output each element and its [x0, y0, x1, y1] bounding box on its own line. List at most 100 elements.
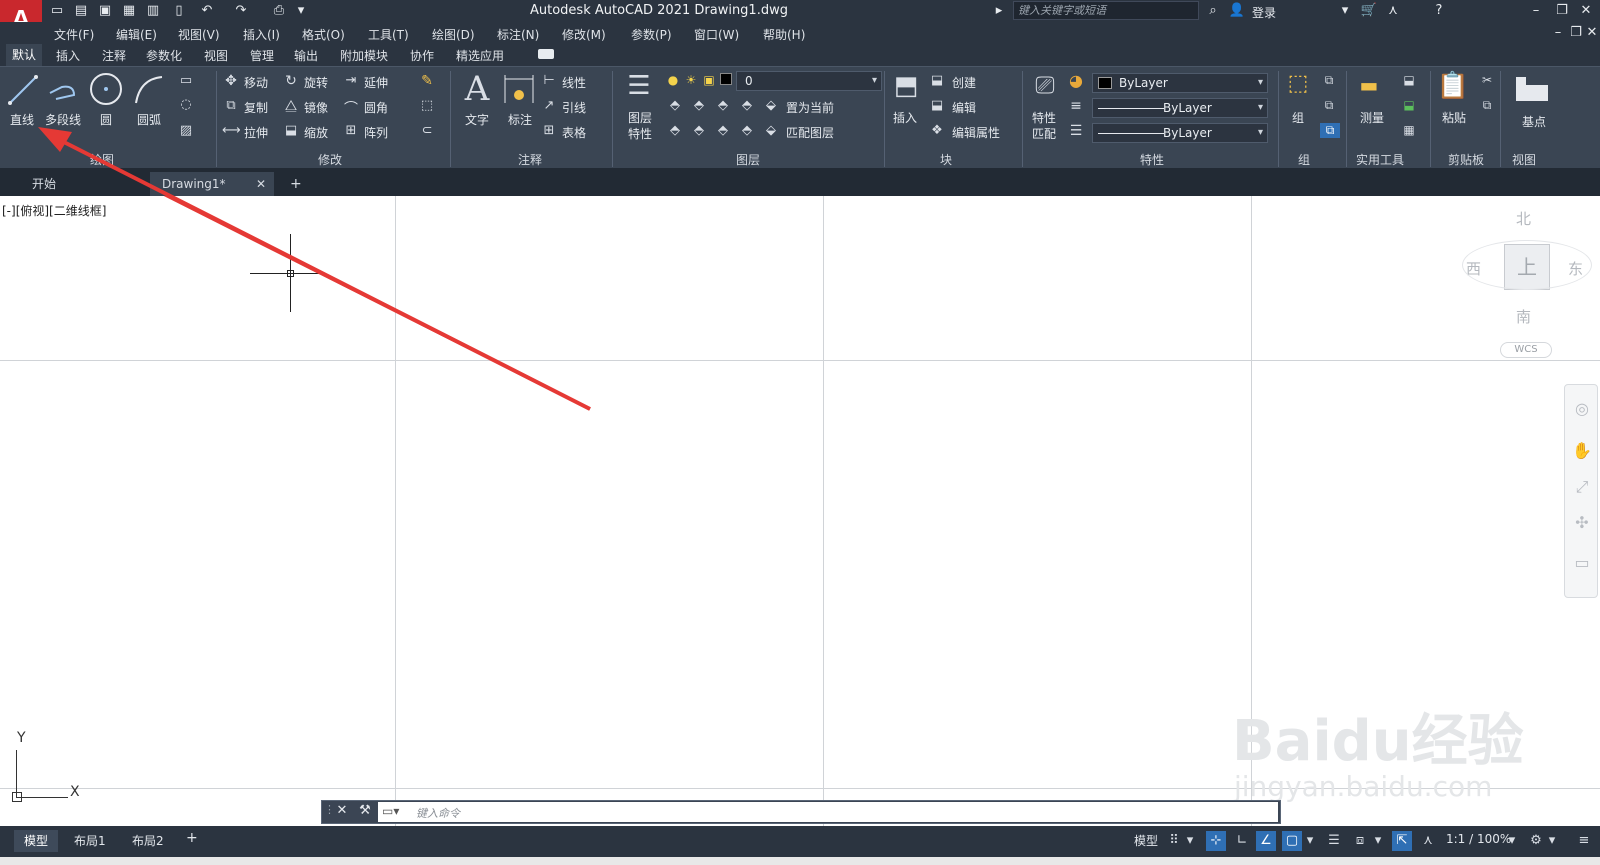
help-icon[interactable]: ?: [1430, 3, 1448, 19]
layer-tool-2-icon[interactable]: ⬘: [690, 98, 708, 113]
move-icon[interactable]: ✥: [222, 73, 240, 89]
object-snap-dropdown-icon[interactable]: ▾: [1372, 831, 1384, 851]
customize-dropdown-icon[interactable]: ▾: [292, 3, 310, 19]
doc-minimize-button[interactable]: –: [1548, 24, 1568, 42]
text-tool-icon[interactable]: A: [460, 69, 494, 109]
settings-dropdown-icon[interactable]: ▾: [1546, 831, 1558, 851]
layer-tool-3-icon[interactable]: ⬘: [714, 98, 732, 113]
menu-draw[interactable]: 绘图(D): [432, 26, 475, 43]
polar-icon[interactable]: ∠: [1256, 831, 1276, 851]
extend-icon[interactable]: ⇥: [342, 73, 360, 88]
layer-thaw-icon[interactable]: ☀: [684, 73, 698, 87]
layer-dropdown[interactable]: 0: [736, 71, 882, 91]
layer-tool-1-icon[interactable]: ⬘: [666, 98, 684, 113]
rotate-icon[interactable]: ↻: [282, 73, 300, 89]
doc-close-button[interactable]: ✕: [1584, 24, 1600, 42]
set-current-icon[interactable]: ⬙: [762, 98, 780, 113]
utilities-panel-title[interactable]: 实用工具: [1356, 151, 1404, 168]
layer-tool-5-icon[interactable]: ⬘: [666, 123, 684, 138]
new-file-icon[interactable]: ▭: [48, 3, 66, 19]
hatch-tool-icon[interactable]: ▨: [176, 123, 196, 141]
linear-icon[interactable]: ⊢: [540, 73, 558, 88]
polyline-tool-label[interactable]: 多段线: [45, 111, 81, 128]
save-icon[interactable]: ▣: [96, 3, 114, 19]
copy-clip-icon[interactable]: ⧉: [1478, 98, 1496, 113]
group-edit-icon[interactable]: ⧉: [1320, 98, 1338, 113]
match-properties-label-2[interactable]: 匹配: [1032, 125, 1056, 142]
layer-tool-6-icon[interactable]: ⬘: [690, 123, 708, 138]
table-tool[interactable]: 表格: [562, 124, 586, 141]
array-tool[interactable]: 阵列: [364, 124, 388, 141]
open-file-icon[interactable]: ▤: [72, 3, 90, 19]
fillet-tool[interactable]: 圆角: [364, 99, 388, 116]
object-snap-icon[interactable]: ⧈: [1350, 831, 1370, 851]
minimize-button[interactable]: –: [1526, 2, 1546, 20]
draw-panel-title[interactable]: 绘图: [90, 151, 114, 168]
circle-tool-label[interactable]: 圆: [100, 111, 112, 128]
isodraft-dropdown-icon[interactable]: ▾: [1304, 831, 1316, 851]
polyline-tool-icon[interactable]: [46, 73, 80, 107]
leader-tool[interactable]: 引线: [562, 99, 586, 116]
offset-icon[interactable]: ⊂: [418, 123, 436, 138]
menu-window[interactable]: 窗口(W): [694, 26, 739, 43]
search-icon[interactable]: ⌕: [1204, 3, 1222, 19]
layer-tool-4-icon[interactable]: ⬘: [738, 98, 756, 113]
ungroup-icon[interactable]: ⧉: [1320, 73, 1338, 88]
layout-tab-2[interactable]: 布局2: [132, 832, 164, 849]
layer-unlock-icon[interactable]: ▣: [702, 73, 716, 87]
text-tool-label[interactable]: 文字: [465, 111, 489, 128]
match-properties-icon[interactable]: ⎚: [1028, 71, 1062, 105]
properties-panel-title[interactable]: 特性: [1140, 151, 1164, 168]
snap-icon[interactable]: ⊹: [1206, 831, 1226, 851]
modify-panel-title[interactable]: 修改: [318, 151, 342, 168]
publish-icon[interactable]: ▥: [144, 3, 162, 19]
close-button[interactable]: ✕: [1576, 2, 1596, 20]
edit-block-tool[interactable]: 编辑: [952, 99, 976, 116]
circle-tool-icon[interactable]: [88, 71, 124, 107]
scale-icon[interactable]: ⬓: [282, 123, 300, 138]
sign-in-link[interactable]: 登录: [1252, 4, 1276, 21]
block-panel-title[interactable]: 块: [940, 151, 952, 168]
arc-tool-label[interactable]: 圆弧: [137, 111, 161, 128]
erase-icon[interactable]: ✎: [418, 73, 436, 89]
rotate-tool[interactable]: 旋转: [304, 74, 328, 91]
fillet-icon[interactable]: ⌒: [342, 98, 360, 118]
line-tool-label[interactable]: 直线: [10, 111, 34, 128]
scale-tool[interactable]: 缩放: [304, 124, 328, 141]
annotation-panel-title[interactable]: 注释: [518, 151, 542, 168]
grid-dropdown-icon[interactable]: ▾: [1184, 831, 1196, 851]
menu-modify[interactable]: 修改(M): [562, 26, 606, 43]
set-current-tool[interactable]: 置为当前: [786, 99, 834, 116]
ribbon-tab-collaborate[interactable]: 协作: [410, 47, 434, 64]
layer-tool-8-icon[interactable]: ⬘: [738, 123, 756, 138]
explode-icon[interactable]: ⬚: [418, 98, 436, 113]
lineweight-icon[interactable]: ☰: [1066, 123, 1086, 139]
select-all-icon[interactable]: ⬓: [1400, 98, 1418, 112]
edit-attributes-icon[interactable]: ❖: [928, 123, 946, 138]
ribbon-tab-annotate[interactable]: 注释: [102, 47, 126, 64]
copy-icon[interactable]: ⧉: [222, 98, 240, 113]
move-tool[interactable]: 移动: [244, 74, 268, 91]
layout-tab-1[interactable]: 布局1: [74, 832, 106, 849]
menu-file[interactable]: 文件(F): [54, 26, 94, 43]
menu-insert[interactable]: 插入(I): [243, 26, 280, 43]
stretch-icon[interactable]: ⟷: [222, 123, 241, 138]
annotation-scale-value[interactable]: 1:1 / 100%: [1446, 832, 1511, 846]
groups-panel-title[interactable]: 组: [1298, 151, 1310, 168]
base-view-icon[interactable]: [1514, 75, 1550, 103]
group-icon[interactable]: ⬚: [1282, 71, 1314, 103]
edit-attributes-tool[interactable]: 编辑属性: [952, 124, 1000, 141]
layer-properties-label-2[interactable]: 特性: [628, 125, 652, 142]
close-tab-icon[interactable]: ✕: [256, 172, 266, 196]
match-layer-tool[interactable]: 匹配图层: [786, 124, 834, 141]
arc-tool-icon[interactable]: [132, 73, 166, 107]
match-properties-label-1[interactable]: 特性: [1032, 109, 1056, 126]
add-layout-icon[interactable]: +: [186, 830, 198, 846]
ribbon-tab-addins[interactable]: 附加模块: [340, 47, 388, 64]
edit-block-icon[interactable]: ⬓: [928, 98, 946, 113]
lineweight-display-icon[interactable]: ☰: [1324, 831, 1344, 851]
isodraft-icon[interactable]: ▢: [1282, 831, 1302, 851]
clipboard-panel-title[interactable]: 剪贴板: [1448, 151, 1484, 168]
cut-icon[interactable]: ✂: [1478, 73, 1496, 87]
drawing-tab[interactable]: Drawing1* ✕: [150, 172, 274, 196]
